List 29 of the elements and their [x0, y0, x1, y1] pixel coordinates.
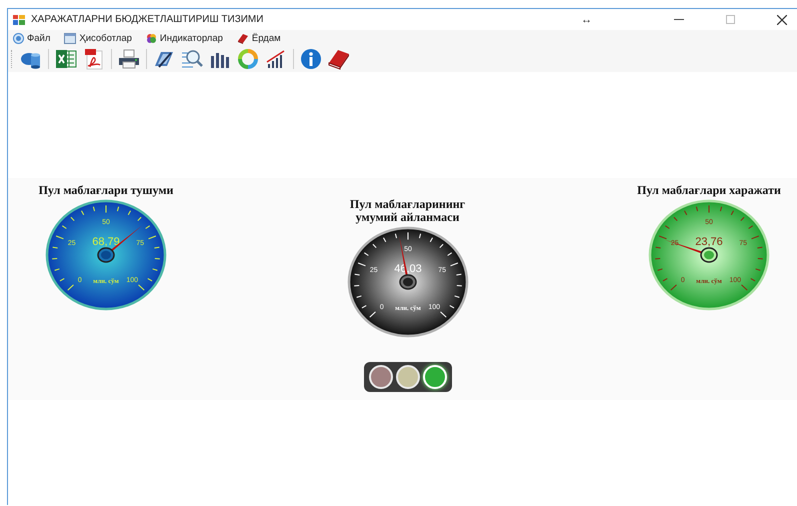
ring-chart-icon[interactable] [237, 48, 259, 70]
menu-item[interactable]: Ёрдам [252, 32, 281, 44]
needle-hub [700, 247, 718, 263]
gauge-value: 68,79 [92, 236, 120, 248]
globe-icon [13, 32, 24, 44]
window-icon [64, 32, 76, 44]
pdf-icon[interactable] [83, 48, 105, 70]
rising-chart-icon[interactable] [265, 48, 287, 70]
menu-item[interactable]: Файл [27, 32, 50, 44]
gauge-value: 23,76 [695, 236, 723, 248]
window-title: ХАРАЖАТЛАРНИ БЮДЖЕТЛАШТИРИШ ТИЗИМИ [31, 14, 264, 25]
needle-hub [97, 247, 115, 263]
gauge-title: Пул маблағларининг умумий айланмаси [348, 198, 466, 224]
close-icon[interactable] [777, 14, 787, 24]
palette-icon [146, 32, 157, 44]
info-icon[interactable] [300, 48, 322, 70]
needle-hub [398, 274, 416, 290]
book-icon[interactable] [328, 48, 350, 70]
gauge-title: Пул маблағлари тушуми [38, 184, 174, 197]
menu-item[interactable]: Ҳисоботлар [79, 32, 132, 44]
resize-glyph[interactable]: ↔ [581, 14, 592, 26]
minimize-icon[interactable] [674, 18, 684, 20]
book-icon [236, 32, 249, 44]
spreadsheet-icon[interactable] [55, 48, 77, 70]
menu-item[interactable]: Индикаторлар [160, 32, 223, 44]
search-icon[interactable] [181, 48, 203, 70]
printer-icon[interactable] [118, 48, 140, 70]
gauge-title: Пул маблағлари харажати [637, 184, 781, 197]
app-icon [13, 14, 25, 24]
